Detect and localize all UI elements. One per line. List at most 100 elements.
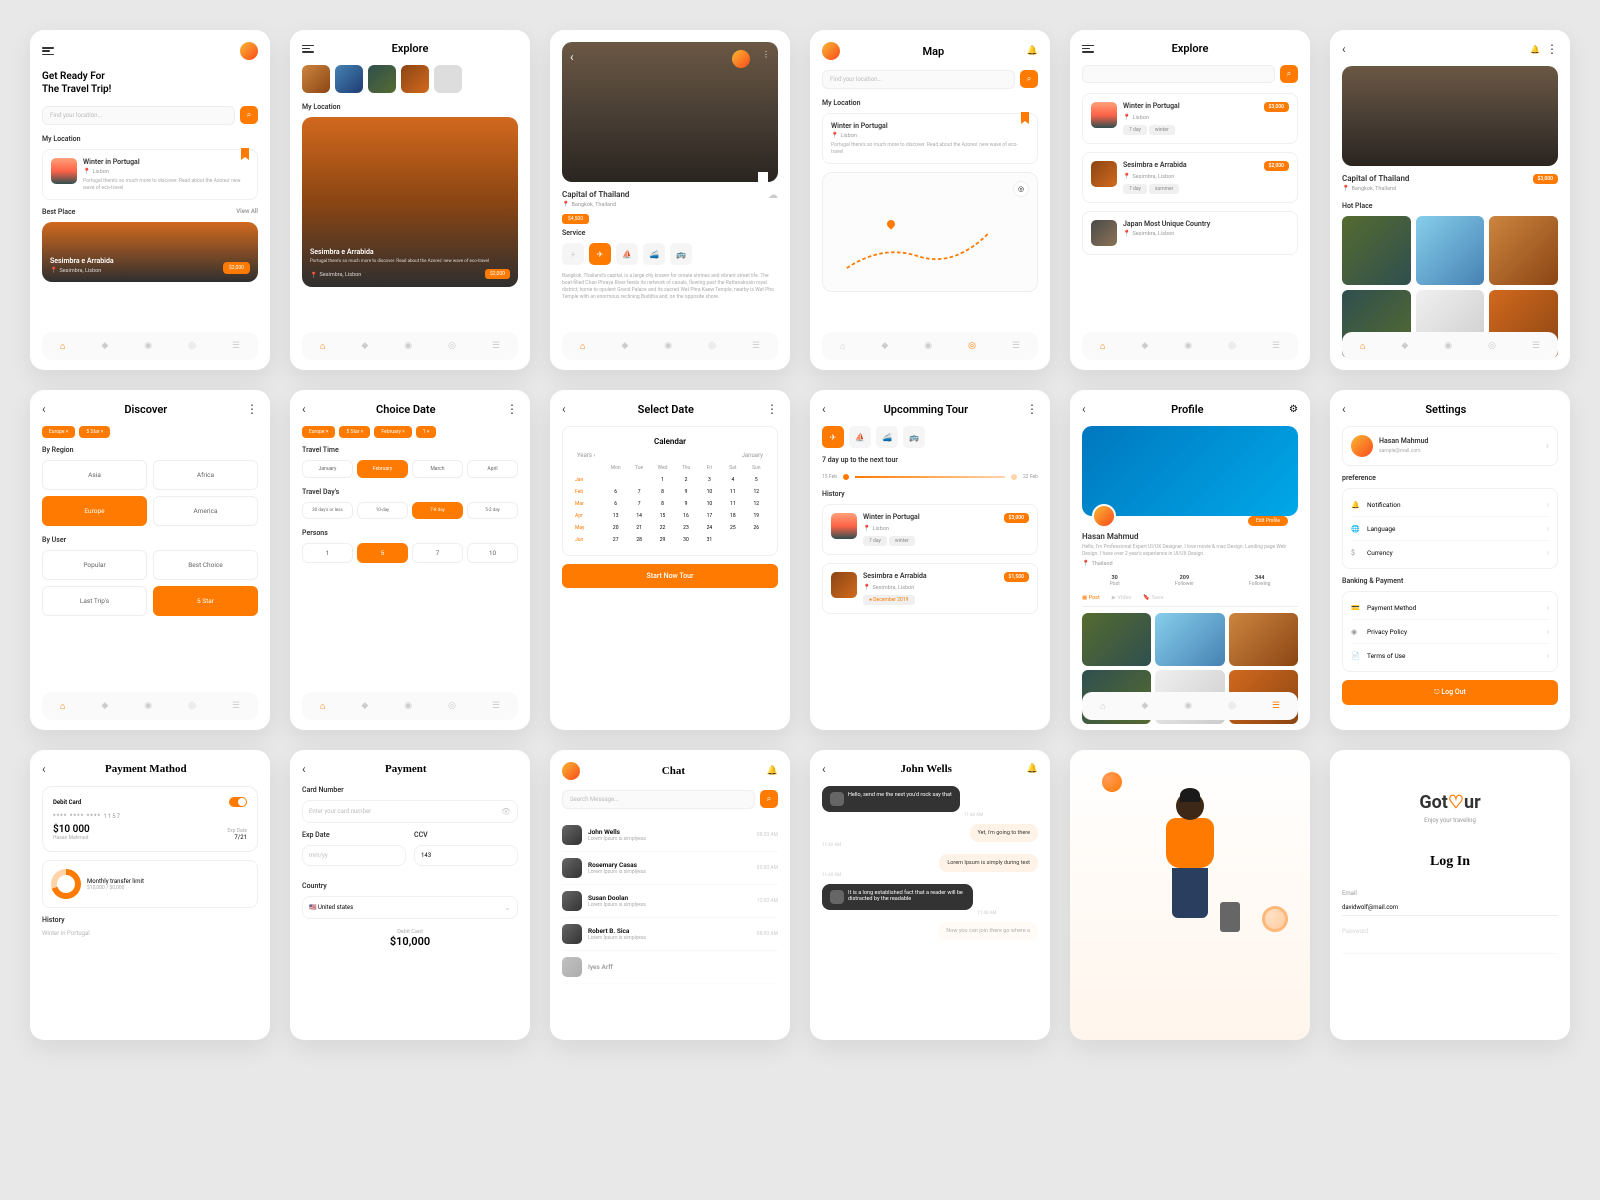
history-item[interactable]: Winter in Portugal$3,000📍Lisbon7 daywint… <box>822 504 1038 555</box>
profile-card[interactable]: Hasan Mahmudsample@mail.com› <box>1342 426 1558 466</box>
person-options[interactable]: 15710 <box>302 543 518 563</box>
password-field[interactable]: Password <box>1342 928 1558 954</box>
menu-icon[interactable] <box>42 47 54 55</box>
page-title: Upcomming Tour <box>826 403 1026 416</box>
chat-item[interactable]: Susan DoolanLorem Ipsum is simplyess12:0… <box>562 885 778 918</box>
bottom-nav[interactable]: ⌂◆◉◎☰ <box>1082 692 1298 720</box>
setting-payment[interactable]: 💳Payment Method› <box>1351 596 1549 620</box>
chat-item[interactable]: Iyes Arff <box>562 951 778 984</box>
search-button[interactable]: ⌕ <box>1020 70 1038 88</box>
bottom-nav[interactable]: ⌂◆◉◎☰ <box>562 332 778 360</box>
category-thumbs[interactable] <box>302 65 518 93</box>
list-item[interactable]: Winter in Portugal$3,000📍Lisbon7 daywint… <box>1082 93 1298 144</box>
setting-currency[interactable]: $Currency› <box>1351 541 1549 564</box>
ccv-input[interactable]: 143 <box>414 845 518 866</box>
country-select[interactable]: 🇺🇸 United states⌄ <box>302 896 518 919</box>
bottom-nav[interactable]: ⌂◆◉◎☰ <box>302 332 518 360</box>
bell-icon[interactable]: 🔔 <box>767 766 778 776</box>
section-persons: Persons <box>302 529 518 537</box>
section-my-location: My Location <box>302 103 518 111</box>
chat-item[interactable]: Robert B. SicaLorem Ipsum is simplyess08… <box>562 918 778 951</box>
avatar[interactable] <box>1092 504 1116 528</box>
more-icon[interactable]: ⋮ <box>506 402 518 416</box>
setting-terms[interactable]: 📄Terms of Use› <box>1351 644 1549 667</box>
hero-image[interactable] <box>1342 66 1558 166</box>
bottom-nav[interactable]: ⌂◆◉◎☰ <box>1082 332 1298 360</box>
region-options[interactable]: AsiaAfricaEuropeAmerica <box>42 460 258 526</box>
bookmark-icon[interactable] <box>758 172 768 186</box>
days-options[interactable]: 30 day's or less10-day7-8 day5-2 day <box>302 502 518 519</box>
month-options[interactable]: JanuaryFebruaryMarchApril <box>302 460 518 478</box>
section-my-location: My Location <box>42 135 258 143</box>
map-view[interactable]: ◎ <box>822 172 1038 292</box>
card-toggle[interactable] <box>229 797 247 807</box>
setting-privacy[interactable]: ◉Privacy Policy› <box>1351 620 1549 644</box>
bell-icon[interactable]: 🔔 <box>1027 46 1038 56</box>
discover-screen: ‹Discover⋮ Europe ×5 Star × By Region As… <box>30 390 270 730</box>
explore-list-screen: Explore ⌕ Winter in Portugal$3,000📍Lisbo… <box>1070 30 1310 370</box>
bottom-nav[interactable]: ⌂◆◉◎☰ <box>822 332 1038 360</box>
menu-icon[interactable] <box>302 45 314 53</box>
bell-icon[interactable]: 🔔 <box>1027 764 1038 774</box>
bottom-nav[interactable]: ⌂◆◉◎☰ <box>302 692 518 720</box>
section-travel-days: Travel Day's <box>302 488 518 496</box>
brand-logo: Got♡ur <box>1342 792 1558 813</box>
setting-language[interactable]: 🌐Language› <box>1351 517 1549 541</box>
search-input[interactable]: Find your location... <box>822 70 1015 89</box>
search-button[interactable]: ⌕ <box>240 106 258 124</box>
setting-notification[interactable]: 🔔Notification› <box>1351 493 1549 517</box>
menu-icon[interactable] <box>1082 45 1094 53</box>
user-options[interactable]: PopularBest ChoiceLast Trip's5 Star <box>42 550 258 616</box>
settings-icon[interactable]: ⚙ <box>1289 404 1298 415</box>
more-icon[interactable]: ⋮ <box>1546 42 1558 56</box>
search-button[interactable]: ⌕ <box>1280 65 1298 83</box>
section-banking: Banking & Payment <box>1342 577 1558 585</box>
history-item[interactable]: Sesimbra e Arrabida$1,500📍Sesimbra, Lisb… <box>822 563 1038 614</box>
place-card[interactable]: Sesimbra e Arrabida📍Sesimbra, Lisbon $2,… <box>42 222 258 282</box>
section-my-location: My Location <box>822 99 1038 107</box>
avatar[interactable] <box>822 42 840 60</box>
search-button[interactable]: ⌕ <box>760 790 778 808</box>
chat-detail-screen: ‹John Wells🔔 Hello, send me the next you… <box>810 750 1050 1040</box>
message-out: Now you can join there go where a <box>938 922 1038 940</box>
profile-tabs[interactable]: ▦ Post▶ Video🔖 Save <box>1082 595 1298 607</box>
more-icon[interactable]: ⋮ <box>246 402 258 416</box>
logout-button[interactable]: ⎋ Log Out <box>1342 680 1558 705</box>
service-tabs[interactable]: +✈⛵🚄🚌 <box>562 243 778 265</box>
avatar[interactable] <box>240 42 258 60</box>
email-field[interactable]: Email <box>1342 890 1558 916</box>
chat-item[interactable]: John WellsLorem Ipsum is simplyess08:00 … <box>562 819 778 852</box>
back-button[interactable]: ‹ <box>1342 42 1346 56</box>
start-tour-button[interactable]: Start Now Tour <box>562 564 778 588</box>
bottom-nav[interactable]: ⌂◆◉◎☰ <box>1342 332 1558 360</box>
calendar-card[interactable]: Calendar Years ‹January MonTueWedThuFriS… <box>562 426 778 556</box>
location-card[interactable]: Winter in Portugal📍LisbonPortugal there'… <box>42 149 258 200</box>
bell-icon[interactable]: 🔔 <box>1530 45 1540 54</box>
detail-screen: ‹⋮ Capital of Thailand📍Bangkok, Thailand… <box>550 30 790 370</box>
card-number-input[interactable]: Enter your card number👁 <box>302 800 518 823</box>
more-icon[interactable]: ⋮ <box>762 50 770 64</box>
debit-card[interactable]: Debit Card **** **** **** 1157 $10 000Ha… <box>42 786 258 852</box>
transport-tabs[interactable]: ✈⛵🚄🚌 <box>822 426 1038 448</box>
section-region: By Region <box>42 446 258 454</box>
bottom-nav[interactable]: ⌂◆◉◎☰ <box>42 692 258 720</box>
bottom-nav[interactable]: ⌂◆◉◎☰ <box>42 332 258 360</box>
avatar[interactable] <box>562 762 580 780</box>
brand-tagline: Enjoy your traveling <box>1342 817 1558 824</box>
search-input[interactable]: Find your location... <box>42 106 235 125</box>
list-item[interactable]: Sesimbra e Arrabida$2,000📍Sesimbra, Lisb… <box>1082 152 1298 203</box>
location-card[interactable]: Winter in Portugal📍LisbonPortugal there'… <box>822 113 1038 164</box>
search-input[interactable] <box>1082 65 1275 83</box>
more-icon[interactable]: ⋮ <box>1026 402 1038 416</box>
back-button[interactable]: ‹ <box>570 50 574 64</box>
filter-chips[interactable]: Europe ×5 Star × <box>42 426 258 438</box>
featured-card[interactable]: Sesimbra e ArrabidaPortugal there's so m… <box>302 117 518 287</box>
search-input[interactable]: Search Message... <box>562 790 755 809</box>
edit-profile-button[interactable]: Edit Profile <box>1248 516 1288 526</box>
description: Bangkok, Thailand's capital, is a large … <box>562 273 778 301</box>
chat-item[interactable]: Rosemary CasasLorem Ipsum is simplyess05… <box>562 852 778 885</box>
exp-date-input[interactable]: mm/yy <box>302 845 406 866</box>
list-item[interactable]: Japan Most Unique Country📍Sesimbra, Lisb… <box>1082 211 1298 255</box>
filter-chips[interactable]: Europe ×5 Star ×February ×1 × <box>302 426 518 438</box>
more-icon[interactable]: ⋮ <box>766 402 778 416</box>
